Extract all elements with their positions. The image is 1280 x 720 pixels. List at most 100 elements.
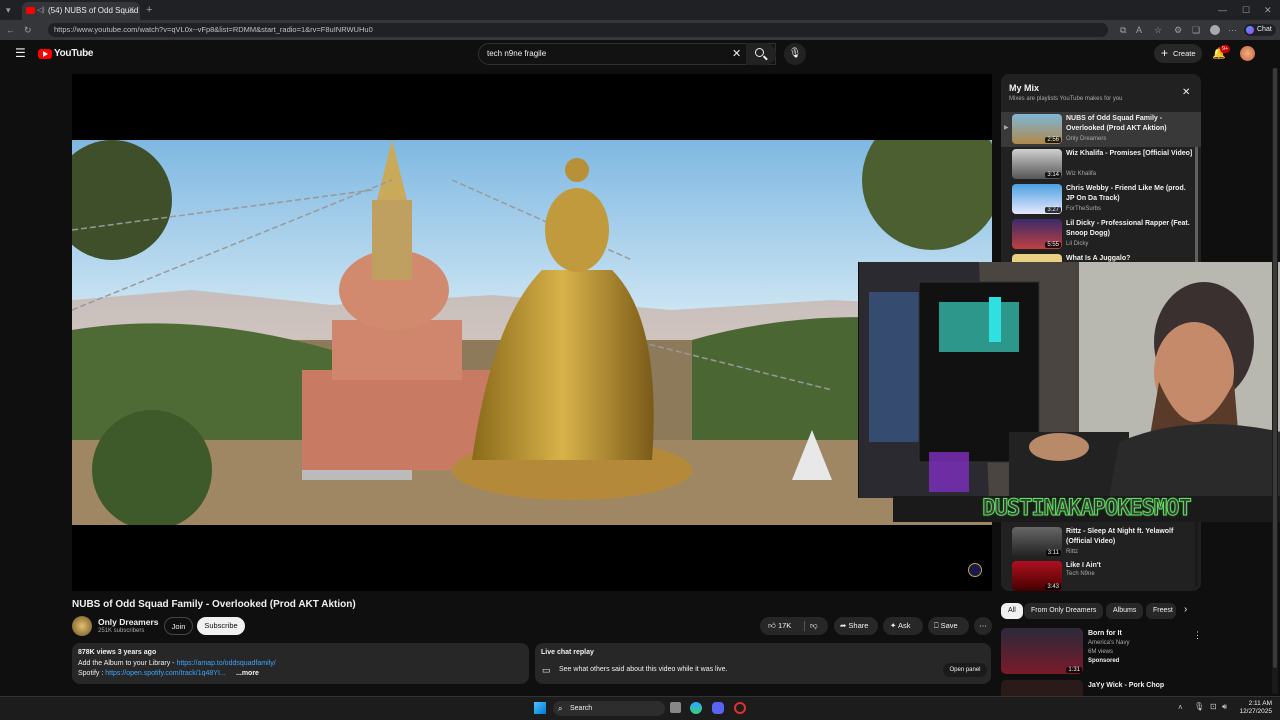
duration: 3:11 bbox=[1045, 550, 1061, 556]
copilot-chat-button[interactable]: Chat bbox=[1244, 24, 1276, 36]
mix-thumbnail[interactable]: 3:27 bbox=[1012, 184, 1062, 214]
read-aloud-icon[interactable]: A bbox=[1136, 20, 1142, 40]
collections-icon[interactable]: ❏ bbox=[1192, 20, 1200, 40]
show-more-link[interactable]: ...more bbox=[234, 670, 259, 677]
mix-item-artist: Rittz bbox=[1066, 549, 1078, 555]
video-frame bbox=[72, 140, 992, 525]
speaker-icon[interactable]: ◁) bbox=[37, 2, 45, 20]
extension-icon[interactable]: ⧉ bbox=[1120, 20, 1126, 40]
join-button[interactable]: Join bbox=[164, 617, 193, 635]
duration: 5:55 bbox=[1045, 242, 1061, 248]
rec-channel: America's Navy bbox=[1088, 640, 1130, 646]
video-player[interactable] bbox=[72, 74, 992, 591]
hamburger-menu-icon[interactable]: ☰ bbox=[15, 46, 26, 60]
taskbar-search[interactable]: ⌕ Search bbox=[553, 701, 665, 716]
create-button[interactable]: + Create bbox=[1154, 44, 1202, 63]
album-link[interactable]: https://amap.to/oddsquadfamily/ bbox=[176, 660, 275, 667]
channel-name[interactable]: Only Dreamers bbox=[98, 617, 158, 627]
mix-item[interactable]: 5:55 Lil Dicky - Professional Rapper (Fe… bbox=[1001, 217, 1201, 252]
page-scrollbar[interactable] bbox=[1272, 68, 1278, 694]
mix-thumbnail[interactable]: 3:43 bbox=[1012, 561, 1062, 591]
network-icon[interactable]: ⊡ bbox=[1210, 702, 1217, 711]
description-box[interactable]: 878K views 3 years ago Add the Album to … bbox=[72, 643, 529, 684]
rec-thumbnail[interactable] bbox=[1001, 680, 1083, 696]
spotify-link[interactable]: https://open.spotify.com/track/1q48YI... bbox=[105, 670, 226, 677]
microphone-icon[interactable]: 🎙 bbox=[1194, 702, 1204, 711]
mix-item-artist: Only Dreamers bbox=[1066, 136, 1107, 142]
mix-item[interactable]: 3:43 Like I Ain't Tech N9ne bbox=[1001, 559, 1201, 591]
back-icon[interactable]: ← bbox=[6, 20, 15, 40]
more-menu-icon[interactable]: ⋯ bbox=[1228, 20, 1237, 40]
tab-search-icon[interactable]: ▾ bbox=[6, 0, 11, 20]
browser-tab[interactable]: ◁) (54) NUBS of Odd Squad Fami... bbox=[22, 2, 140, 20]
task-view-icon[interactable] bbox=[670, 702, 681, 713]
mix-item[interactable]: 3:11 Rittz - Sleep At Night ft. Yelawolf… bbox=[1001, 525, 1201, 560]
minimize-icon[interactable]: — bbox=[1218, 0, 1227, 20]
mix-item[interactable]: 3:27 Chris Webby - Friend Like Me (prod.… bbox=[1001, 182, 1201, 217]
refresh-icon[interactable]: ↻ bbox=[24, 20, 32, 40]
youtube-logo-icon[interactable] bbox=[38, 49, 52, 59]
chip-albums[interactable]: Albums bbox=[1106, 603, 1144, 619]
new-tab-icon[interactable]: + bbox=[146, 0, 152, 20]
mix-item-title: Lil Dicky - Professional Rapper (Feat. S… bbox=[1066, 220, 1190, 237]
discord-icon[interactable] bbox=[712, 702, 724, 714]
account-avatar[interactable] bbox=[1240, 46, 1255, 61]
mix-thumbnail[interactable]: 3:11 bbox=[1012, 527, 1062, 557]
chip-all[interactable]: All bbox=[1001, 603, 1023, 619]
description-text: Spotify : bbox=[78, 670, 106, 677]
mix-item[interactable]: 3:14 Wiz Khalifa - Promises [Official Vi… bbox=[1001, 147, 1201, 182]
clear-search-icon[interactable]: ✕ bbox=[732, 47, 741, 60]
page-scrollbar-thumb[interactable] bbox=[1273, 68, 1277, 668]
youtube-logo-text[interactable]: YouTube bbox=[54, 48, 94, 59]
create-label: Create bbox=[1173, 49, 1196, 58]
maximize-icon[interactable]: ☐ bbox=[1242, 0, 1250, 20]
video-title: NUBS of Odd Squad Family - Overlooked (P… bbox=[72, 599, 356, 610]
tab-close-icon[interactable]: ✕ bbox=[128, 0, 135, 20]
mix-thumbnail[interactable]: 2:56 bbox=[1012, 114, 1062, 144]
mix-item[interactable]: ▶ 2:56 NUBS of Odd Squad Family - Overlo… bbox=[1001, 112, 1201, 147]
like-button[interactable]: 👍︎ 17K bbox=[768, 621, 791, 630]
edge-browser-icon[interactable] bbox=[690, 702, 702, 714]
ask-button[interactable]: ✦ Ask bbox=[883, 617, 923, 635]
video-frame-image bbox=[72, 140, 992, 525]
subscribe-button[interactable]: Subscribe bbox=[197, 617, 245, 635]
start-button-icon[interactable] bbox=[534, 702, 546, 714]
rec-thumbnail[interactable]: 1:31 bbox=[1001, 628, 1083, 674]
tray-chevron-icon[interactable]: ˄ bbox=[1178, 703, 1183, 712]
view-stats: 878K views 3 years ago bbox=[78, 649, 157, 656]
dislike-button[interactable]: 👎︎ bbox=[810, 617, 818, 635]
channel-watermark-icon[interactable] bbox=[968, 563, 982, 577]
voice-search-icon[interactable]: 🎙 bbox=[784, 43, 806, 65]
url-field[interactable]: https://www.youtube.com/watch?v=qVL0x--v… bbox=[48, 23, 1108, 37]
open-panel-button[interactable]: Open panel bbox=[943, 663, 987, 677]
chips-next-icon[interactable]: › bbox=[1184, 604, 1187, 615]
volume-icon[interactable]: 🔊︎ bbox=[1222, 702, 1227, 712]
plus-icon: + bbox=[1161, 46, 1169, 60]
rec-title: Born for It bbox=[1088, 630, 1122, 637]
mix-item-title: NUBS of Odd Squad Family - Overlooked (P… bbox=[1066, 115, 1167, 132]
rec-menu-icon[interactable]: ⋮ bbox=[1193, 630, 1202, 641]
search-button[interactable] bbox=[746, 43, 776, 65]
mix-thumbnail[interactable]: 3:14 bbox=[1012, 149, 1062, 179]
share-button[interactable]: ➦ Share bbox=[834, 617, 878, 635]
rec-item[interactable]: 1:31 Born for It America's Navy 6M views… bbox=[1001, 628, 1202, 676]
more-actions-icon[interactable]: ⋯ bbox=[974, 617, 992, 635]
save-button[interactable]: ⎕ Save bbox=[928, 617, 969, 635]
like-count: 17K bbox=[777, 621, 792, 630]
chip-freestyle[interactable]: Freest bbox=[1146, 603, 1176, 619]
rec-item[interactable]: JaYy Wick - Pork Chop ⋮ bbox=[1001, 680, 1191, 696]
profile-avatar[interactable] bbox=[1210, 25, 1220, 35]
save-label: Save bbox=[940, 621, 958, 630]
description-text: Add the Album to your Library - bbox=[78, 660, 177, 667]
chip-from-channel[interactable]: From Only Dreamers bbox=[1024, 603, 1104, 619]
favorite-icon[interactable]: ☆ bbox=[1154, 20, 1162, 40]
sparkle-icon: ✦ bbox=[890, 621, 897, 630]
subscriber-count: 251K subscribers bbox=[98, 628, 145, 634]
channel-avatar[interactable] bbox=[72, 616, 92, 636]
window-close-icon[interactable]: ✕ bbox=[1264, 0, 1272, 20]
clock[interactable]: 2:11 AM 12/27/2025 bbox=[1238, 700, 1272, 716]
obs-icon[interactable] bbox=[734, 702, 746, 714]
mix-thumbnail[interactable]: 5:55 bbox=[1012, 219, 1062, 249]
close-mix-icon[interactable]: ✕ bbox=[1182, 87, 1190, 98]
extensions-icon[interactable]: ⚙ bbox=[1174, 20, 1182, 40]
